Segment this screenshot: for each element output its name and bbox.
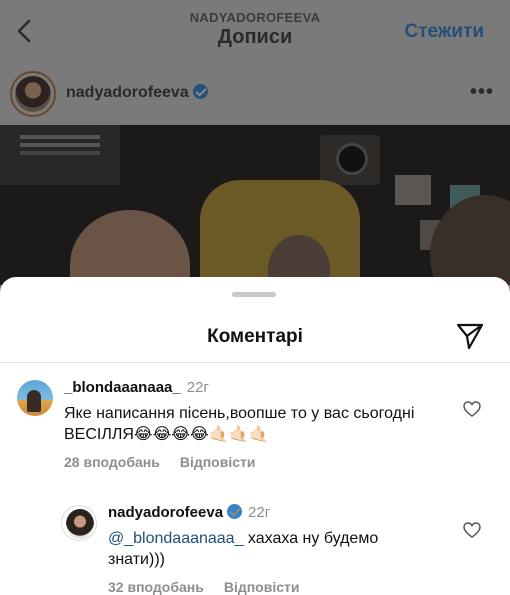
comments-sheet: Коментарі _blondaaanaaa_ 22г Яке написанн… <box>0 277 510 595</box>
avatar[interactable] <box>17 380 53 416</box>
wall-frame <box>395 175 431 205</box>
comment-text: Яке написання пісень,воопше то у вас сьо… <box>64 405 415 443</box>
studio-desk <box>0 125 120 185</box>
likes-count[interactable]: 28 вподобань <box>64 454 160 470</box>
comment-meta: 32 вподобань Відповісти <box>108 579 299 595</box>
post-username[interactable]: nadyadorofeeva <box>66 84 208 102</box>
comment-meta: 28 вподобань Відповісти <box>64 454 255 470</box>
top-navigation-bar: NADYADOROFEEVA Дописи Стежити <box>0 0 510 62</box>
comment-username[interactable]: _blondaaanaaa_ <box>64 379 181 396</box>
person <box>70 210 190 285</box>
paper-plane-icon[interactable] <box>455 321 485 351</box>
mention-link[interactable]: @_blondaaanaaa_ <box>108 530 243 547</box>
heart-outline-icon[interactable] <box>463 522 481 538</box>
reply-button[interactable]: Відповісти <box>180 454 256 470</box>
follow-button[interactable]: Стежити <box>405 21 484 43</box>
avatar[interactable] <box>10 71 56 117</box>
comment-username[interactable]: nadyadorofeeva <box>108 504 223 521</box>
sheet-title: Коментарі <box>207 326 303 347</box>
more-horizontal-icon[interactable]: ••• <box>470 81 494 104</box>
comment-time: 22г <box>248 504 271 521</box>
post-photo[interactable] <box>0 125 510 285</box>
post-header: nadyadorofeeva ••• <box>0 66 510 122</box>
reply-button[interactable]: Відповісти <box>224 579 300 595</box>
comment-time: 22г <box>186 379 209 396</box>
verified-badge-icon <box>227 504 243 519</box>
heart-outline-icon[interactable] <box>463 401 481 417</box>
comment-text: @_blondaaanaaa_ хахаха ну будемо знати))… <box>108 528 428 570</box>
sheet-grabber-handle[interactable] <box>232 292 276 297</box>
comment-header: nadyadorofeeva 22г <box>108 504 270 521</box>
vinyl-record <box>336 143 368 175</box>
verified-badge-icon <box>192 84 208 99</box>
divider <box>0 362 510 363</box>
avatar[interactable] <box>61 505 97 541</box>
likes-count[interactable]: 32 вподобань <box>108 579 204 595</box>
person <box>430 195 510 285</box>
username-label: nadyadorofeeva <box>66 84 189 101</box>
comment-header: _blondaaanaaa_ 22г <box>64 379 209 396</box>
